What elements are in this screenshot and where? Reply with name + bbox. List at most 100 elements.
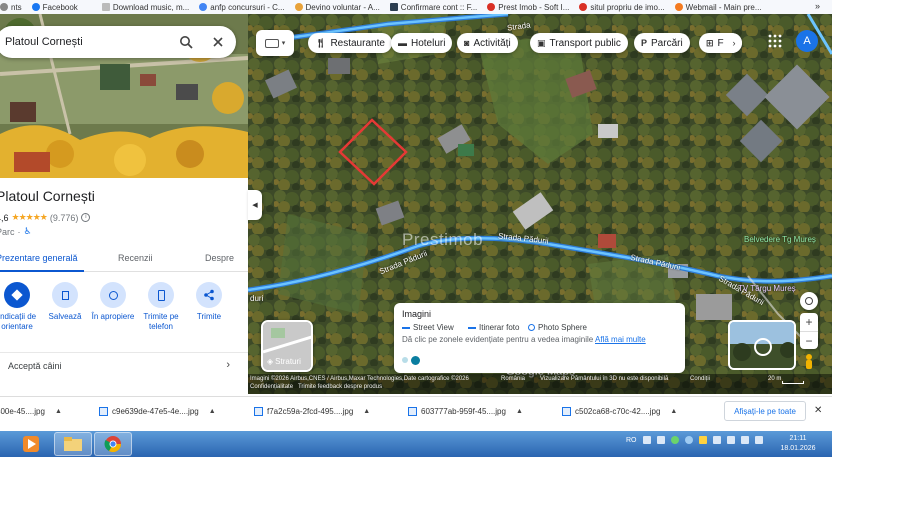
tray-icon[interactable] bbox=[642, 436, 651, 444]
map-type-toggle[interactable]: ▾ bbox=[256, 30, 294, 56]
search-icon bbox=[180, 36, 193, 49]
scale-label: 20 m bbox=[768, 376, 782, 382]
download-item[interactable]: c9e639de-47e5-4e....jpg ▲ bbox=[99, 407, 216, 416]
place-tabs: Prezentare generală Recenzii Despre bbox=[0, 250, 248, 272]
download-item[interactable]: f7a2c59a-2fcd-495....jpg ▲ bbox=[254, 407, 370, 416]
chrome-button[interactable] bbox=[94, 432, 132, 456]
action-save[interactable]: Salvează bbox=[38, 282, 92, 322]
tab-reviews[interactable]: Recenzii bbox=[118, 253, 153, 263]
zoom-in-button[interactable]: + bbox=[800, 313, 818, 331]
zoom-control: + − bbox=[800, 313, 818, 349]
tray-icon[interactable] bbox=[684, 436, 693, 444]
explorer-button[interactable] bbox=[54, 432, 92, 456]
bookmarks-more-button[interactable]: » bbox=[815, 1, 820, 11]
image-file-icon bbox=[562, 407, 571, 416]
bookmark-item[interactable]: Confirmare cont :: F... bbox=[389, 3, 487, 12]
place-category[interactable]: Parc bbox=[0, 227, 15, 237]
bookmark-item[interactable]: Webmail - Main pre... bbox=[674, 3, 772, 12]
scale-bar bbox=[782, 381, 804, 384]
chevron-up-icon[interactable]: ▲ bbox=[55, 408, 62, 415]
apps-grid-icon[interactable] bbox=[768, 34, 782, 48]
pegman-icon[interactable] bbox=[802, 353, 816, 371]
download-item[interactable]: 400e-45....jpg ▲ bbox=[0, 407, 62, 416]
search-input[interactable] bbox=[5, 36, 175, 48]
share-icon bbox=[196, 282, 222, 308]
clear-search-button[interactable] bbox=[208, 32, 228, 52]
taskbar-clock[interactable]: 21:11 18.01.2026 bbox=[770, 434, 826, 454]
rating-row: 4,6 ★★★★★ (9.776) i bbox=[0, 212, 91, 223]
poi-belvedere[interactable]: Belvedere Tg Mureș bbox=[744, 235, 816, 244]
nearby-icon bbox=[100, 282, 126, 308]
action-share[interactable]: Trimite bbox=[182, 282, 236, 322]
zoom-out-button[interactable]: − bbox=[800, 331, 818, 349]
network-icon[interactable] bbox=[726, 436, 735, 444]
tray-icon[interactable] bbox=[712, 436, 721, 444]
tab-about[interactable]: Despre bbox=[205, 253, 234, 263]
dogs-allowed-label: Acceptă câini bbox=[8, 361, 62, 371]
chip-restaurante[interactable]: 🍴︎ Restaurante bbox=[308, 33, 392, 53]
learn-more-link[interactable]: Află mai multe bbox=[595, 335, 646, 344]
bookmark-item[interactable]: situl propriu de imo... bbox=[579, 3, 674, 12]
chevron-up-icon[interactable]: ▲ bbox=[516, 408, 523, 415]
image-file-icon bbox=[408, 407, 417, 416]
bookmark-item[interactable]: Prest Imob - Soft I... bbox=[487, 3, 579, 12]
legend-street-view: Street View bbox=[402, 323, 454, 332]
chevron-up-icon[interactable]: ▲ bbox=[363, 408, 370, 415]
download-item[interactable]: 603777ab-959f-45....jpg ▲ bbox=[408, 407, 523, 416]
tab-overview[interactable]: Prezentare generală bbox=[0, 253, 78, 263]
volume-icon[interactable] bbox=[754, 436, 763, 444]
keyboard-icon bbox=[264, 38, 279, 48]
layers-button[interactable]: ◈ Straturi bbox=[261, 320, 313, 372]
image-file-icon bbox=[99, 407, 108, 416]
bookmark-item[interactable]: Download music, m... bbox=[101, 3, 199, 12]
account-avatar[interactable]: A bbox=[796, 30, 818, 52]
show-all-downloads-button[interactable]: Afișați-le pe toate bbox=[724, 401, 806, 421]
action-nearby[interactable]: În apropiere bbox=[86, 282, 140, 322]
facebook-icon bbox=[31, 3, 40, 11]
search-button[interactable] bbox=[176, 32, 196, 52]
close-downloads-icon[interactable]: ✕ bbox=[814, 405, 822, 416]
collapse-panel-button[interactable]: ◀ bbox=[248, 190, 262, 220]
tray-icon[interactable] bbox=[670, 436, 679, 444]
page-icon bbox=[389, 3, 398, 11]
terms-link[interactable]: Condiții bbox=[690, 376, 710, 382]
chip-hoteluri[interactable]: ▬ Hoteluri bbox=[391, 33, 453, 53]
bookmark-item[interactable]: nts bbox=[0, 3, 32, 12]
chip-transport-public[interactable]: ▣ Transport public bbox=[530, 33, 628, 53]
bookmark-item[interactable]: Facebook bbox=[31, 3, 88, 12]
country-label: România bbox=[501, 376, 526, 382]
chip-activitati[interactable]: ◙ Activități bbox=[457, 33, 518, 53]
bookmarks-bar: nts Facebook Download music, m... anfp c… bbox=[0, 0, 832, 14]
download-item[interactable]: c502ca68-c70c-42....jpg ▲ bbox=[562, 407, 677, 416]
bookmark-item[interactable]: anfp concursuri - C... bbox=[199, 3, 294, 12]
chevron-left-icon: ◀ bbox=[252, 202, 258, 209]
chevron-up-icon[interactable]: ▲ bbox=[209, 408, 216, 415]
tray-icon[interactable] bbox=[698, 436, 707, 444]
crosshair-icon bbox=[805, 297, 813, 305]
action-send-to-phone[interactable]: Trimite pe telefon bbox=[134, 282, 188, 332]
flag-icon[interactable] bbox=[740, 436, 749, 444]
dogs-allowed-row[interactable]: Acceptă câini › bbox=[0, 352, 248, 378]
info-icon[interactable]: i bbox=[81, 213, 91, 222]
carousel-dots bbox=[402, 356, 420, 365]
place-title: Platoul Cornești bbox=[0, 188, 95, 204]
review-count[interactable]: (9.776) bbox=[50, 213, 79, 223]
tray-icon[interactable] bbox=[656, 436, 665, 444]
language-indicator[interactable]: RO bbox=[626, 437, 637, 444]
poi-tv-targu-mures[interactable]: TV Târgu Mureș bbox=[738, 284, 796, 293]
my-location-button[interactable] bbox=[800, 292, 818, 310]
street-view-thumbnail[interactable] bbox=[728, 320, 796, 370]
legend-itinerar: Itinerar foto bbox=[468, 323, 519, 332]
close-icon bbox=[213, 37, 223, 47]
bookmark-item[interactable]: Devino voluntar - A... bbox=[294, 3, 390, 12]
bookmark-icon bbox=[52, 282, 78, 308]
active-tab-indicator bbox=[0, 270, 84, 272]
chrome-icon bbox=[104, 436, 122, 453]
chip-parcari[interactable]: P Parcări bbox=[634, 33, 690, 53]
media-player-button[interactable] bbox=[12, 432, 50, 456]
phone-icon bbox=[148, 282, 174, 308]
chevron-up-icon[interactable]: ▲ bbox=[670, 408, 677, 415]
downloads-bar: 400e-45....jpg ▲ c9e639de-47e5-4e....jpg ▲… bbox=[0, 396, 832, 428]
rating-stars-icon: ★★★★★ bbox=[11, 212, 48, 222]
screen: nts Facebook Download music, m... anfp c… bbox=[0, 0, 832, 457]
